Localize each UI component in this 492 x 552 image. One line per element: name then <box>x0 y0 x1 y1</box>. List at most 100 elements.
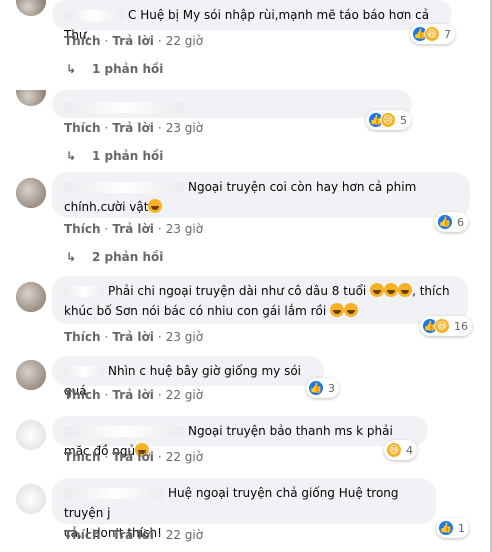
haha-icon: 😆 <box>386 442 402 458</box>
reply-button[interactable]: Trả lời <box>112 388 154 402</box>
separator: · <box>104 528 109 542</box>
like-icon: 👍 <box>308 380 324 396</box>
reaction-count: 7 <box>444 27 451 41</box>
separator: · <box>104 222 109 236</box>
commenter-name[interactable] <box>64 366 104 377</box>
like-button[interactable]: Thích <box>64 330 101 344</box>
comment-actions: Thích · Trả lời · 23 giờ <box>64 222 203 236</box>
like-icon: 👍 <box>437 214 453 230</box>
commenter-name[interactable] <box>64 426 184 437</box>
rofl-emoji-icon <box>398 283 413 297</box>
avatar[interactable] <box>16 90 46 106</box>
reaction-summary[interactable]: 👍 3 <box>306 378 339 398</box>
comment-actions: Thích · Trả lời · 22 giờ <box>64 388 203 402</box>
separator: · <box>157 34 162 48</box>
comment-bubble: Ngoại truyện coi còn hay hơn cả phim chí… <box>52 172 470 218</box>
separator: · <box>104 330 109 344</box>
reaction-summary[interactable]: 😆 4 <box>384 440 417 460</box>
comment-bubble: Ngoại truyện bảo thanh ms k phải mặc đồ … <box>52 416 428 458</box>
like-button[interactable]: Thích <box>64 222 101 236</box>
avatar[interactable] <box>16 484 46 514</box>
comment-text-line1: Phải chi ngoại truyện dài như cô dâu 8 t… <box>108 284 367 298</box>
comment-bubble <box>52 90 412 118</box>
reply-arrow-icon: ↳ <box>66 149 77 163</box>
separator: · <box>104 121 109 135</box>
reply-arrow-icon: ↳ <box>66 250 77 264</box>
reaction-count: 3 <box>328 381 335 395</box>
comment-time[interactable]: 22 giờ <box>166 450 203 464</box>
comment-actions: Thích · Trả lời · 22 giờ <box>64 528 203 542</box>
rofl-emoji-icon <box>370 283 385 297</box>
comment-actions: Thích · Trả lời · 23 giờ <box>64 330 203 344</box>
comment-time[interactable]: 22 giờ <box>166 528 203 542</box>
like-icon: 👍 <box>438 520 454 536</box>
reply-button[interactable]: Trả lời <box>112 450 154 464</box>
replies-count: 2 phản hồi <box>92 250 164 264</box>
reply-button[interactable]: Trả lời <box>112 330 154 344</box>
comment-time[interactable]: 22 giờ <box>166 388 203 402</box>
grin-emoji-icon <box>344 303 359 317</box>
avatar[interactable] <box>16 360 46 390</box>
comments-panel: C Huệ bị My sói nhập rùi,mạnh mẽ táo báo… <box>0 0 492 552</box>
comment-bubble: Huệ ngoại truyện chả giống Huệ trong tru… <box>52 478 436 540</box>
reaction-count: 1 <box>458 521 465 535</box>
separator: · <box>157 528 162 542</box>
reaction-count: 4 <box>406 443 413 457</box>
like-button[interactable]: Thích <box>64 528 101 542</box>
reaction-summary[interactable]: 👍 😆 16 <box>420 316 472 336</box>
commenter-name[interactable] <box>64 182 184 193</box>
reaction-count: 5 <box>400 113 407 127</box>
haha-icon: 😆 <box>434 318 450 334</box>
reaction-summary[interactable]: 👍 😢 5 <box>366 110 411 130</box>
avatar[interactable] <box>16 420 46 450</box>
reaction-count: 16 <box>454 319 468 333</box>
separator: · <box>104 34 109 48</box>
avatar[interactable] <box>16 0 46 16</box>
view-replies-link[interactable]: ↳ 2 phản hồi <box>66 250 163 264</box>
reply-button[interactable]: Trả lời <box>112 528 154 542</box>
haha-icon: 😆 <box>424 26 440 42</box>
rofl-emoji-icon <box>384 283 399 297</box>
comment-bubble: Phải chi ngoại truyện dài như cô dâu 8 t… <box>52 276 468 324</box>
separator: · <box>157 222 162 236</box>
reaction-summary[interactable]: 👍 1 <box>436 518 469 538</box>
like-button[interactable]: Thích <box>64 450 101 464</box>
comment-text-line2: chính.cười vật <box>64 200 149 214</box>
separator: · <box>104 388 109 402</box>
view-replies-link[interactable]: ↳ 1 phản hồi <box>66 62 163 76</box>
comment-actions: Thích · Trả lời · 22 giờ <box>64 34 203 48</box>
rofl-emoji-icon <box>148 199 163 213</box>
separator: · <box>157 330 162 344</box>
commenter-name[interactable] <box>64 10 124 21</box>
avatar[interactable] <box>16 282 46 312</box>
view-replies-link[interactable]: ↳ 1 phản hồi <box>66 149 163 163</box>
commenter-name[interactable] <box>64 488 164 499</box>
reply-arrow-icon: ↳ <box>66 62 77 76</box>
reply-button[interactable]: Trả lời <box>112 34 154 48</box>
reply-button[interactable]: Trả lời <box>112 222 154 236</box>
replies-count: 1 phản hồi <box>92 62 164 76</box>
reaction-summary[interactable]: 👍 😆 7 <box>410 24 455 44</box>
replies-count: 1 phản hồi <box>92 149 164 163</box>
comment-bubble: Nhìn c huệ bây giờ giống my sói quá <box>52 356 324 398</box>
separator: · <box>104 450 109 464</box>
reaction-summary[interactable]: 👍 6 <box>435 212 468 232</box>
separator: · <box>157 388 162 402</box>
comment-bubble: C Huệ bị My sói nhập rùi,mạnh mẽ táo báo… <box>52 0 452 42</box>
avatar[interactable] <box>16 178 46 208</box>
comment-time[interactable]: 22 giờ <box>166 34 203 48</box>
separator: · <box>157 121 162 135</box>
comment-time[interactable]: 23 giờ <box>166 222 203 236</box>
separator: · <box>157 450 162 464</box>
grin-emoji-icon <box>330 303 345 317</box>
comment-time[interactable]: 23 giờ <box>166 330 203 344</box>
comment-text-line2: khúc bố Sơn nói bác có nhiu con gái lắm … <box>64 304 327 318</box>
commenter-name[interactable] <box>64 286 104 297</box>
comment-actions: Thích · Trả lời · 22 giờ <box>64 450 203 464</box>
like-button[interactable]: Thích <box>64 121 101 135</box>
like-button[interactable]: Thích <box>64 388 101 402</box>
comment-time[interactable]: 23 giờ <box>166 121 203 135</box>
reply-button[interactable]: Trả lời <box>112 121 154 135</box>
like-button[interactable]: Thích <box>64 34 101 48</box>
commenter-name[interactable] <box>64 102 184 113</box>
